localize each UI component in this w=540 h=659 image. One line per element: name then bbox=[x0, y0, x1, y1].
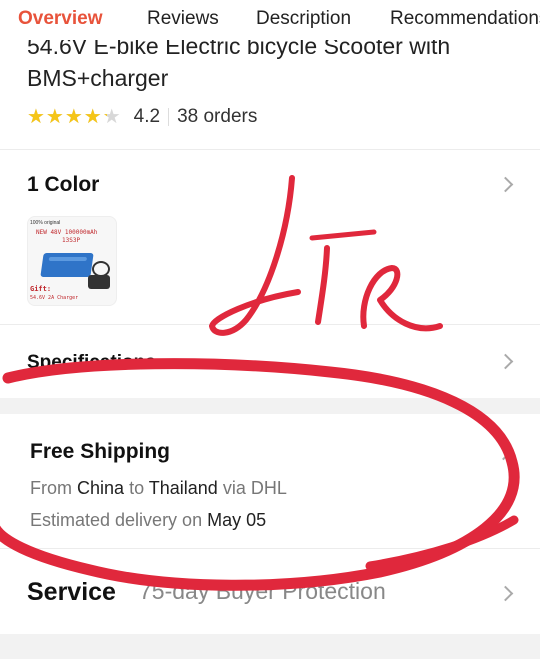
delivery-date: May 05 bbox=[207, 510, 267, 530]
divider bbox=[0, 149, 540, 150]
tab-overview[interactable]: Overview bbox=[18, 8, 103, 30]
color-section-title: 1 Color bbox=[27, 173, 100, 196]
shipping-origin: China bbox=[77, 478, 125, 498]
tab-description[interactable]: Description bbox=[256, 8, 351, 30]
thumbnail-badge-text: 100% original bbox=[30, 220, 61, 226]
shipping-from-word: From bbox=[30, 478, 72, 498]
chevron-right-icon bbox=[497, 176, 514, 193]
tab-recommendations[interactable]: Recommendations bbox=[390, 8, 540, 30]
divider bbox=[0, 548, 540, 549]
tab-bar: Overview Reviews Description Recommendat… bbox=[0, 0, 540, 40]
annotation-letter-e bbox=[360, 265, 443, 332]
star-icons-filled: ★★★★★ bbox=[27, 107, 107, 127]
annotation-i-dot bbox=[309, 229, 377, 241]
annotation-letter-l bbox=[209, 175, 301, 336]
rating-value: 4.2 bbox=[133, 106, 161, 127]
divider bbox=[0, 324, 540, 325]
rating-stars: ★★★★★ ★★★★★ bbox=[27, 107, 122, 127]
handwritten-annotation bbox=[0, 175, 520, 591]
delivery-estimate-prefix: Estimated delivery on bbox=[30, 510, 203, 530]
shipping-destination: Thailand bbox=[148, 478, 218, 498]
color-option-thumbnail[interactable]: 100% original NEW 48V 100000mAh 13S3P Gi… bbox=[27, 216, 117, 306]
shipping-carrier: via DHL bbox=[222, 478, 287, 498]
thumbnail-gift-label: Gift: bbox=[30, 285, 52, 293]
charger-image bbox=[88, 275, 110, 289]
rating-divider bbox=[168, 108, 170, 126]
section-gap bbox=[0, 398, 540, 414]
orders-count: 38 orders bbox=[177, 106, 258, 127]
battery-pack-image bbox=[40, 253, 94, 277]
shipping-route: From China to Thailand via DHL bbox=[30, 478, 287, 499]
thumbnail-spec-line1: NEW 48V 100000mAh bbox=[36, 229, 98, 236]
specifications-title: Specifications bbox=[27, 352, 156, 373]
chevron-right-icon bbox=[497, 353, 514, 370]
service-description: 75-day Buyer Protection bbox=[139, 578, 386, 604]
rating-row[interactable]: ★★★★★ ★★★★★ 4.2 38 orders bbox=[27, 104, 257, 130]
thumbnail-gift-text: 54.6V 2A Charger bbox=[30, 295, 79, 301]
thumbnail-spec-line2: 13S3P bbox=[62, 237, 81, 244]
tab-reviews[interactable]: Reviews bbox=[147, 8, 219, 30]
shipping-to-word: to bbox=[129, 478, 145, 498]
shipping-title: Free Shipping bbox=[30, 440, 171, 463]
annotation-letter-i bbox=[315, 245, 330, 325]
chevron-right-icon bbox=[497, 585, 514, 602]
section-gap bbox=[0, 634, 540, 659]
service-title: Service bbox=[27, 578, 116, 606]
product-title-line2: BMS+charger bbox=[27, 65, 169, 91]
delivery-estimate: Estimated delivery on May 05 bbox=[30, 510, 266, 531]
